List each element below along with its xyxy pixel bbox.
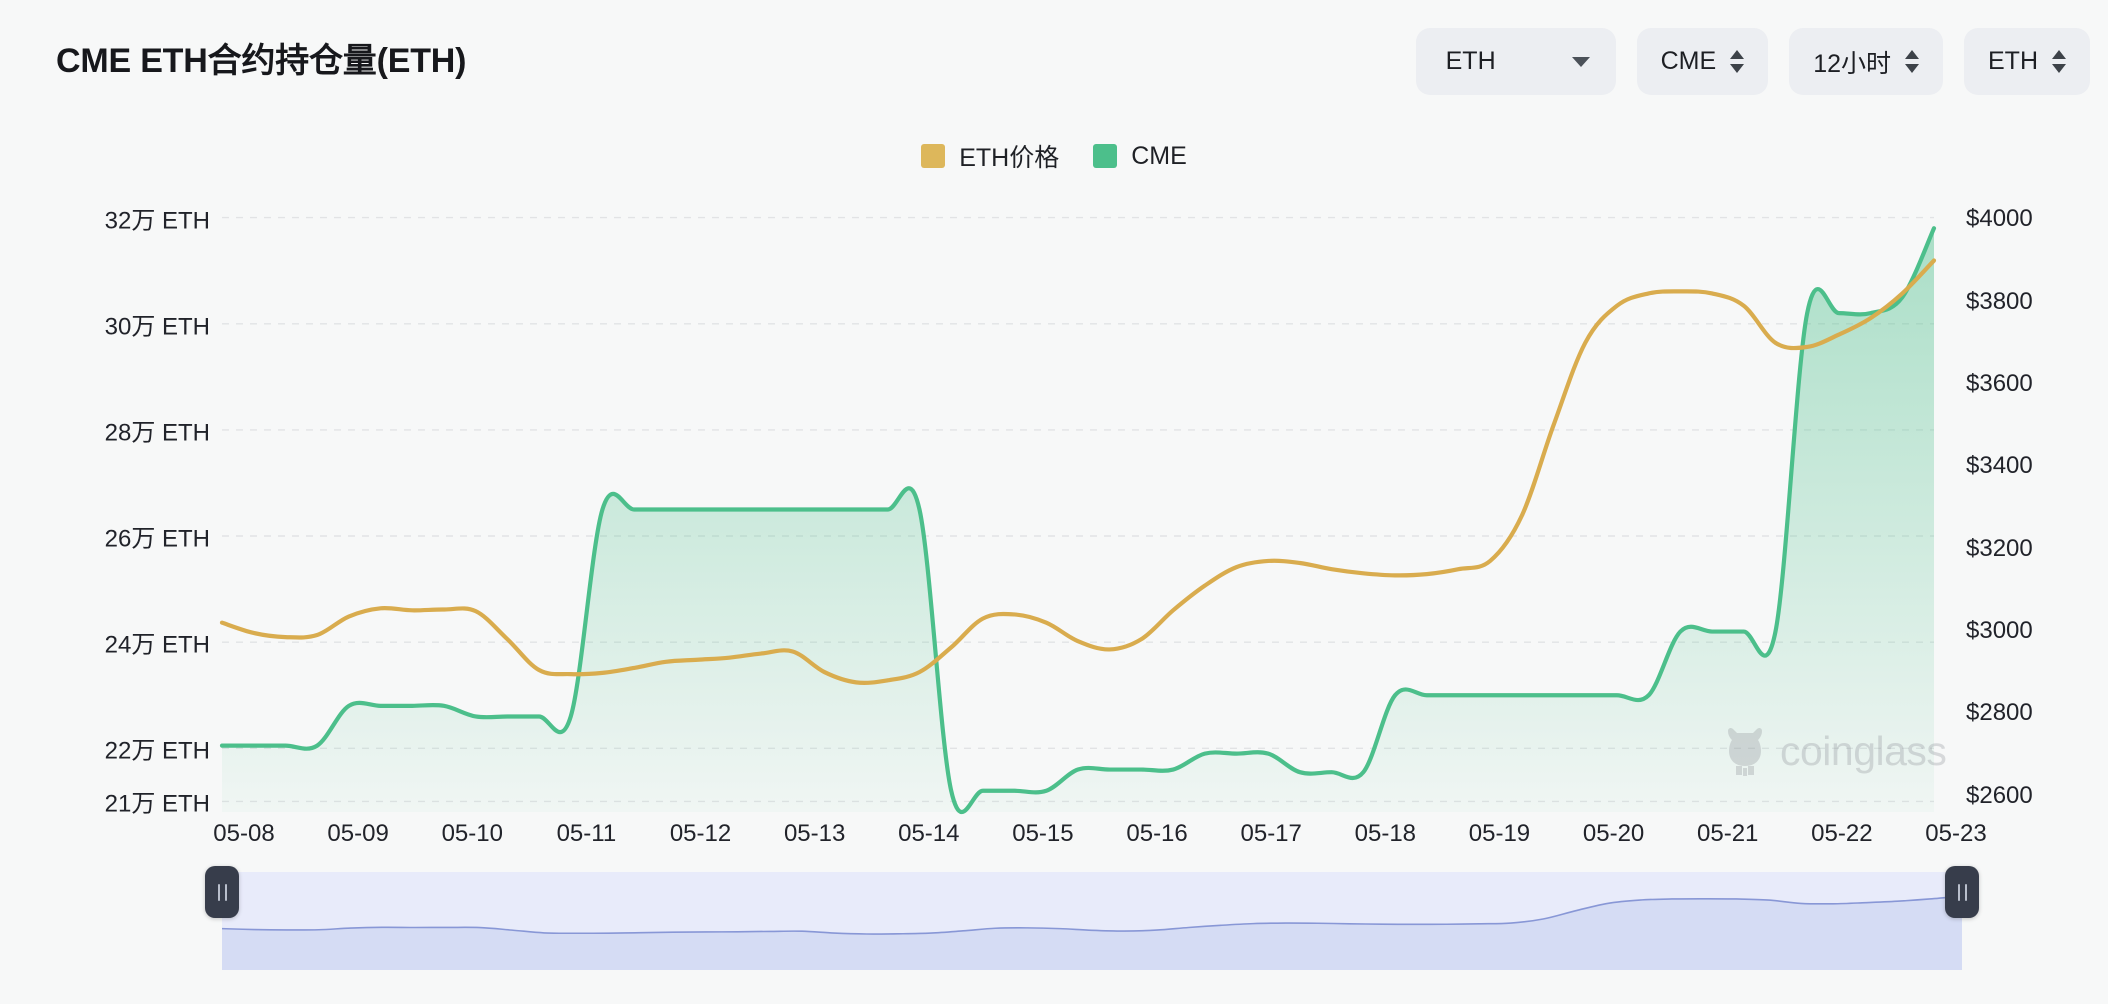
brush-handle-right[interactable] (1945, 866, 1979, 918)
x-axis-tick: 05-17 (1240, 820, 1301, 848)
x-axis-tick: 05-20 (1583, 820, 1644, 848)
y-axis-right-tick: $3400 (1966, 452, 2033, 480)
x-axis-tick: 05-13 (784, 820, 845, 848)
x-axis-tick: 05-18 (1355, 820, 1416, 848)
y-axis-right-tick: $2600 (1966, 782, 2033, 810)
y-axis-right-tick: $3200 (1966, 535, 2033, 563)
range-brush[interactable] (222, 872, 1962, 970)
y-axis-left-tick: 22万 ETH (105, 731, 210, 766)
x-axis-tick: 05-19 (1469, 820, 1530, 848)
x-axis-tick: 05-16 (1126, 820, 1187, 848)
y-axis-right-tick: $3600 (1966, 370, 2033, 398)
x-axis-tick: 05-12 (670, 820, 731, 848)
chart-plot-svg (0, 0, 2108, 1004)
x-axis-tick: 05-22 (1811, 820, 1872, 848)
y-axis-left-tick: 28万 ETH (105, 412, 210, 447)
brush-handle-left[interactable] (205, 866, 239, 918)
y-axis-left-tick: 24万 ETH (105, 625, 210, 660)
y-axis-right-tick: $3000 (1966, 617, 2033, 645)
y-axis-left-tick: 26万 ETH (105, 519, 210, 554)
x-axis-tick: 05-09 (327, 820, 388, 848)
chart-page: CME ETH合约持仓量(ETH) ETH CME 12小时 ETH (0, 0, 2108, 1004)
x-axis-tick: 05-10 (442, 820, 503, 848)
y-axis-right-tick: $4000 (1966, 205, 2033, 233)
x-axis-tick: 05-14 (898, 820, 959, 848)
x-axis-tick: 05-23 (1925, 820, 1986, 848)
x-axis-tick: 05-11 (557, 820, 617, 848)
x-axis-tick: 05-15 (1012, 820, 1073, 848)
y-axis-right-tick: $3800 (1966, 288, 2033, 316)
y-axis-left-tick: 32万 ETH (105, 200, 210, 235)
y-axis-right-tick: $2800 (1966, 699, 2033, 727)
x-axis-tick: 05-21 (1697, 820, 1758, 848)
y-axis-left-tick: 30万 ETH (105, 306, 210, 341)
y-axis-left-tick: 21万 ETH (105, 784, 210, 819)
x-axis-tick: 05-08 (213, 820, 274, 848)
chart-canvas: 21万 ETH 22万 ETH 24万 ETH 26万 ETH 28万 ETH 30万 E… (0, 0, 2108, 1004)
brush-mini-chart (222, 872, 1962, 970)
